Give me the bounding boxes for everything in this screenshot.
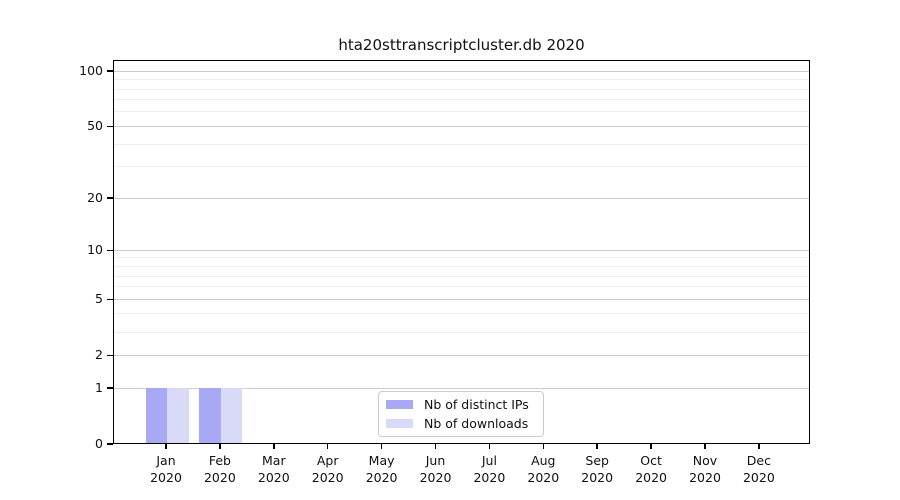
gridline-major-100 bbox=[114, 71, 809, 72]
y-axis-tick-label-0: 0 bbox=[43, 437, 103, 451]
chart-canvas: hta20sttranscriptcluster.db 2020 0 1 2 5 10 2… bbox=[0, 0, 900, 500]
gridline-minor-90 bbox=[114, 79, 809, 80]
legend-swatch-1 bbox=[386, 400, 413, 409]
y-axis-tick-label-50: 50 bbox=[43, 119, 103, 133]
gridline-minor-60 bbox=[114, 111, 809, 112]
gridline-minor-7 bbox=[114, 276, 809, 277]
gridline-major-50 bbox=[114, 126, 809, 127]
chart-title: hta20sttranscriptcluster.db 2020 bbox=[113, 36, 810, 54]
y-axis-tick-label-100: 100 bbox=[43, 64, 103, 78]
gridline-minor-80 bbox=[114, 89, 809, 90]
x-tick-mark-feb bbox=[219, 444, 221, 449]
bar-feb-series2 bbox=[221, 388, 243, 444]
y-tick-mark-100 bbox=[107, 70, 113, 72]
x-axis-tick-label-dec: Dec2020 bbox=[724, 452, 794, 486]
legend-label-1: Nb of distinct IPs bbox=[424, 397, 529, 412]
x-tick-mark-mar bbox=[273, 444, 275, 449]
legend-swatch-2 bbox=[386, 419, 413, 428]
gridline-minor-8 bbox=[114, 266, 809, 267]
gridline-minor-6 bbox=[114, 286, 809, 287]
legend-item-2: Nb of downloads bbox=[386, 416, 535, 431]
gridline-major-10 bbox=[114, 250, 809, 251]
gridline-minor-30 bbox=[114, 166, 809, 167]
gridline-major-2 bbox=[114, 355, 809, 356]
bar-jan-series1 bbox=[146, 388, 168, 444]
y-tick-mark-1 bbox=[107, 387, 113, 389]
gridline-minor-40 bbox=[114, 144, 809, 145]
gridline-minor-3 bbox=[114, 332, 809, 333]
y-tick-mark-10 bbox=[107, 250, 113, 252]
y-axis-tick-label-2: 2 bbox=[43, 348, 103, 362]
y-axis-tick-label-20: 20 bbox=[43, 191, 103, 205]
y-tick-mark-50 bbox=[107, 126, 113, 128]
gridline-minor-70 bbox=[114, 99, 809, 100]
legend-label-2: Nb of downloads bbox=[424, 416, 528, 431]
x-tick-mark-jun bbox=[435, 444, 437, 449]
plot-area bbox=[113, 60, 810, 444]
y-axis-tick-label-1: 1 bbox=[43, 381, 103, 395]
x-tick-mark-jul bbox=[489, 444, 491, 449]
x-tick-mark-nov bbox=[704, 444, 706, 449]
y-axis-tick-label-5: 5 bbox=[43, 292, 103, 306]
x-tick-mark-oct bbox=[650, 444, 652, 449]
bar-feb-series1 bbox=[199, 388, 221, 444]
y-tick-mark-0 bbox=[107, 443, 113, 445]
x-tick-mark-jan bbox=[165, 444, 167, 449]
bar-jan-series2 bbox=[167, 388, 189, 444]
y-axis-tick-label-10: 10 bbox=[43, 243, 103, 257]
y-tick-mark-2 bbox=[107, 355, 113, 357]
x-tick-mark-may bbox=[381, 444, 383, 449]
y-tick-mark-5 bbox=[107, 299, 113, 301]
legend: Nb of distinct IPs Nb of downloads bbox=[378, 391, 544, 437]
x-tick-mark-aug bbox=[543, 444, 545, 449]
x-tick-year: 2020 bbox=[724, 469, 794, 486]
x-tick-mark-apr bbox=[327, 444, 329, 449]
x-tick-mark-dec bbox=[758, 444, 760, 449]
gridline-major-5 bbox=[114, 299, 809, 300]
gridline-major-20 bbox=[114, 198, 809, 199]
legend-item-1: Nb of distinct IPs bbox=[386, 397, 535, 412]
gridline-minor-9 bbox=[114, 257, 809, 258]
x-tick-month: Dec bbox=[724, 452, 794, 469]
gridline-minor-4 bbox=[114, 313, 809, 314]
y-tick-mark-20 bbox=[107, 197, 113, 199]
x-tick-mark-sep bbox=[596, 444, 598, 449]
